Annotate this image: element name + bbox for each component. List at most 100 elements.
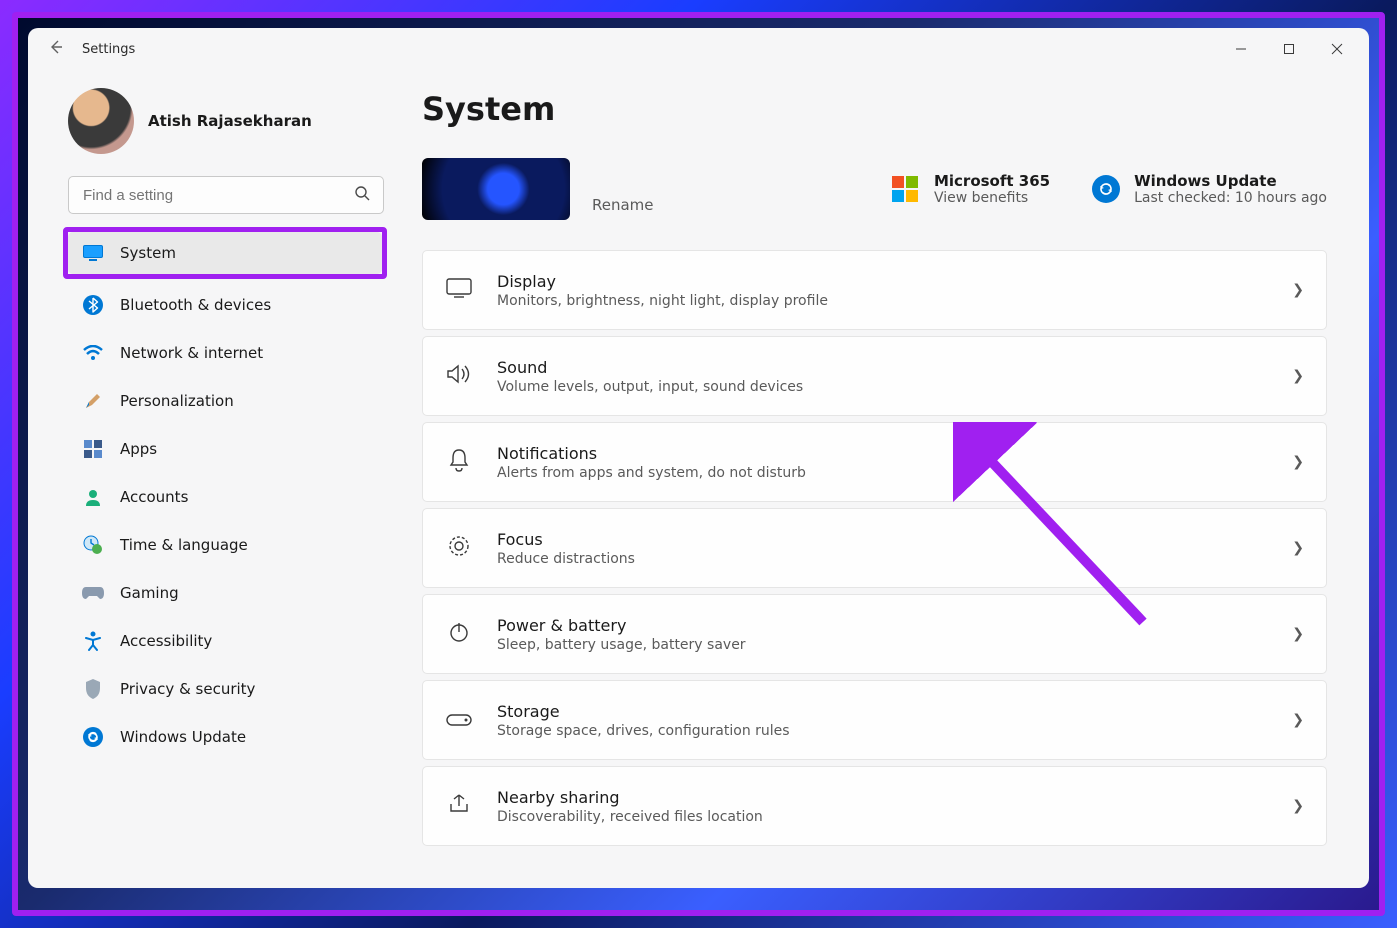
sidebar-item-privacy[interactable]: Privacy & security: [68, 668, 384, 710]
shield-icon: [82, 678, 104, 700]
sidebar-item-gaming[interactable]: Gaming: [68, 572, 384, 614]
clock-globe-icon: [82, 534, 104, 556]
update-icon: [1092, 175, 1120, 203]
nav-list: System Bluetooth & devices Network & int…: [68, 232, 384, 758]
sidebar-item-label: Network & internet: [120, 344, 263, 362]
microsoft-logo-icon: [890, 174, 920, 204]
user-block[interactable]: Atish Rajasekharan: [68, 70, 384, 176]
ms365-sub: View benefits: [934, 190, 1050, 206]
sidebar-item-windows-update[interactable]: Windows Update: [68, 716, 384, 758]
sidebar-item-label: Privacy & security: [120, 680, 255, 698]
card-title: Notifications: [497, 444, 1268, 463]
update-icon: [82, 726, 104, 748]
display-icon: [82, 242, 104, 264]
windows-update-tile[interactable]: Windows Update Last checked: 10 hours ag…: [1092, 172, 1327, 206]
sidebar-item-time-language[interactable]: Time & language: [68, 524, 384, 566]
card-title: Sound: [497, 358, 1268, 377]
sidebar-item-personalization[interactable]: Personalization: [68, 380, 384, 422]
apps-icon: [82, 438, 104, 460]
card-sub: Storage space, drives, configuration rul…: [497, 723, 1268, 739]
avatar: [68, 88, 134, 154]
card-notifications[interactable]: Notifications Alerts from apps and syste…: [422, 422, 1327, 502]
close-icon: [1331, 43, 1343, 55]
card-power-battery[interactable]: Power & battery Sleep, battery usage, ba…: [422, 594, 1327, 674]
arrow-left-icon: [48, 39, 64, 55]
chevron-right-icon: ❯: [1292, 798, 1304, 814]
card-sub: Alerts from apps and system, do not dist…: [497, 465, 1268, 481]
card-focus[interactable]: Focus Reduce distractions ❯: [422, 508, 1327, 588]
card-sub: Monitors, brightness, night light, displ…: [497, 293, 1268, 309]
chevron-right-icon: ❯: [1292, 626, 1304, 642]
storage-icon: [445, 711, 473, 730]
maximize-button[interactable]: [1265, 31, 1313, 67]
sidebar-item-bluetooth[interactable]: Bluetooth & devices: [68, 284, 384, 326]
page-title: System: [422, 90, 1327, 128]
card-title: Focus: [497, 530, 1268, 549]
settings-card-list: Display Monitors, brightness, night ligh…: [422, 250, 1327, 846]
sidebar-item-label: Accessibility: [120, 632, 212, 650]
sidebar-item-accessibility[interactable]: Accessibility: [68, 620, 384, 662]
sidebar-item-label: Gaming: [120, 584, 179, 602]
device-thumbnail[interactable]: [422, 158, 570, 220]
minimize-button[interactable]: [1217, 31, 1265, 67]
sound-icon: [445, 363, 473, 389]
back-button[interactable]: [36, 39, 76, 59]
sidebar-item-label: Accounts: [120, 488, 188, 506]
display-icon: [445, 278, 473, 302]
sidebar-item-label: Apps: [120, 440, 157, 458]
update-sub: Last checked: 10 hours ago: [1134, 190, 1327, 206]
card-title: Power & battery: [497, 616, 1268, 635]
user-name: Atish Rajasekharan: [148, 112, 312, 130]
ms365-tile[interactable]: Microsoft 365 View benefits: [890, 172, 1050, 206]
maximize-icon: [1283, 43, 1295, 55]
main-content: System Rename Microsoft 365 View benefit…: [398, 70, 1369, 888]
card-nearby-sharing[interactable]: Nearby sharing Discoverability, received…: [422, 766, 1327, 846]
close-button[interactable]: [1313, 31, 1361, 67]
device-header: Rename Microsoft 365 View benefits Windo…: [422, 158, 1327, 220]
settings-window: Settings Atish Rajasekharan: [28, 28, 1369, 888]
card-title: Storage: [497, 702, 1268, 721]
annotation-highlight: System: [63, 227, 387, 279]
update-title: Windows Update: [1134, 172, 1327, 190]
card-sub: Sleep, battery usage, battery saver: [497, 637, 1268, 653]
person-icon: [82, 486, 104, 508]
search-box[interactable]: [68, 176, 384, 214]
bluetooth-icon: [82, 294, 104, 316]
chevron-right-icon: ❯: [1292, 540, 1304, 556]
accessibility-icon: [82, 630, 104, 652]
chevron-right-icon: ❯: [1292, 454, 1304, 470]
chevron-right-icon: ❯: [1292, 282, 1304, 298]
card-sub: Discoverability, received files location: [497, 809, 1268, 825]
power-icon: [445, 621, 473, 647]
chevron-right-icon: ❯: [1292, 712, 1304, 728]
card-title: Display: [497, 272, 1268, 291]
card-title: Nearby sharing: [497, 788, 1268, 807]
share-icon: [445, 793, 473, 819]
sidebar-item-accounts[interactable]: Accounts: [68, 476, 384, 518]
ms365-title: Microsoft 365: [934, 172, 1050, 190]
card-sub: Volume levels, output, input, sound devi…: [497, 379, 1268, 395]
sidebar-item-apps[interactable]: Apps: [68, 428, 384, 470]
card-display[interactable]: Display Monitors, brightness, night ligh…: [422, 250, 1327, 330]
sidebar: Atish Rajasekharan System: [28, 70, 398, 888]
focus-icon: [445, 534, 473, 562]
sidebar-item-label: Personalization: [120, 392, 234, 410]
window-title: Settings: [82, 42, 135, 57]
card-storage[interactable]: Storage Storage space, drives, configura…: [422, 680, 1327, 760]
paintbrush-icon: [82, 390, 104, 412]
minimize-icon: [1235, 43, 1247, 55]
sidebar-item-label: Time & language: [120, 536, 248, 554]
sidebar-item-system[interactable]: System: [68, 232, 382, 274]
card-sound[interactable]: Sound Volume levels, output, input, soun…: [422, 336, 1327, 416]
card-sub: Reduce distractions: [497, 551, 1268, 567]
rename-link[interactable]: Rename: [592, 196, 654, 214]
sidebar-item-network[interactable]: Network & internet: [68, 332, 384, 374]
search-icon: [354, 185, 370, 205]
bell-icon: [445, 448, 473, 476]
chevron-right-icon: ❯: [1292, 368, 1304, 384]
sidebar-item-label: Bluetooth & devices: [120, 296, 271, 314]
search-input[interactable]: [68, 176, 384, 214]
sidebar-item-label: System: [120, 244, 176, 262]
sidebar-item-label: Windows Update: [120, 728, 246, 746]
wifi-icon: [82, 342, 104, 364]
